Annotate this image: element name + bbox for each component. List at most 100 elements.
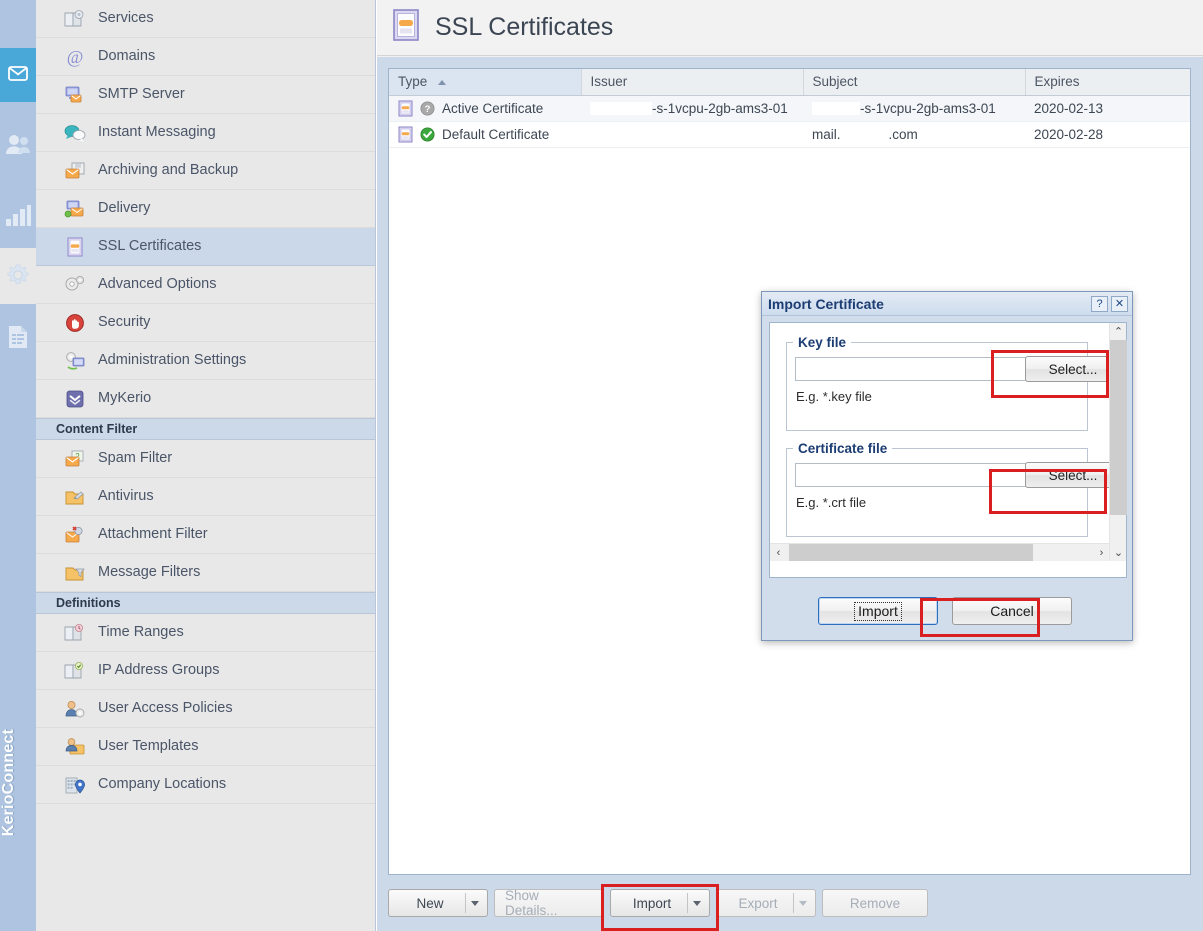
sidebar-item-label: Company Locations [98, 776, 227, 793]
column-header-type[interactable]: Type [389, 69, 582, 96]
scroll-right-icon[interactable]: › [1093, 544, 1110, 561]
dialog-vertical-scrollbar[interactable]: ⌃ ⌄ [1109, 323, 1127, 561]
remove-button[interactable]: Remove [822, 889, 928, 917]
cell-subject: mail. .com [803, 121, 1025, 148]
sidebar-item-user-access-policies[interactable]: User Access Policies [36, 690, 375, 728]
green-check-icon [420, 127, 435, 142]
rail-item-configuration[interactable] [0, 250, 36, 304]
dialog-scroll-content: Key file Select... E.g. *.key file Certi… [770, 323, 1110, 561]
key-file-input[interactable] [795, 357, 1043, 381]
rail-item-users[interactable] [0, 120, 36, 174]
sidebar-item-message-filters[interactable]: Message Filters [36, 554, 375, 592]
rail-item-statistics[interactable] [0, 190, 36, 244]
cell-type-label: Active Certificate [442, 100, 544, 116]
export-button[interactable]: Export [716, 889, 816, 917]
column-header-label: Issuer [590, 74, 628, 90]
sidebar-item-mykerio[interactable]: MyKerio [36, 380, 375, 418]
sidebar-item-ip-address-groups[interactable]: IP Address Groups [36, 652, 375, 690]
close-icon[interactable]: ✕ [1111, 295, 1128, 312]
sidebar-item-label: Archiving and Backup [98, 162, 239, 179]
sidebar-item-antivirus[interactable]: Antivirus [36, 478, 375, 516]
sidebar-item-label: Message Filters [98, 564, 201, 581]
dialog-cancel-button[interactable]: Cancel [952, 597, 1072, 625]
archive-mail-icon [64, 161, 86, 181]
column-header-label: Type [398, 74, 428, 90]
company-location-icon [64, 775, 86, 795]
certificate-icon [398, 100, 413, 117]
dialog-footer: Import Cancel [762, 582, 1132, 640]
sidebar-nav: Services @ Domains SMTP Server Instant M… [36, 0, 376, 931]
sidebar-item-label: Antivirus [98, 488, 154, 505]
sidebar-item-label: Security [98, 314, 151, 331]
sidebar-item-archiving-and-backup[interactable]: Archiving and Backup [36, 152, 375, 190]
certificate-file-select-button[interactable]: Select... [1025, 462, 1110, 488]
sidebar-item-administration-settings[interactable]: Administration Settings [36, 342, 375, 380]
dialog-body: Key file Select... E.g. *.key file Certi… [769, 322, 1127, 578]
cell-issuer: -s-1vcpu-2gb-ams3-01 [581, 95, 803, 122]
table-row[interactable]: ? Active Certificate -s-1vcpu-2gb-ams3-0… [389, 95, 1190, 122]
key-file-select-button[interactable]: Select... [1025, 356, 1110, 382]
import-certificate-dialog: Import Certificate ? ✕ Key file Select..… [761, 291, 1133, 641]
cell-subject-suffix: .com [888, 126, 918, 142]
sidebar-item-label: Administration Settings [98, 352, 247, 369]
horizontal-scroll-thumb[interactable] [789, 544, 1033, 561]
sidebar-item-smtp-server[interactable]: SMTP Server [36, 76, 375, 114]
column-header-issuer[interactable]: Issuer [581, 69, 804, 96]
redacted-block [812, 102, 860, 116]
import-button[interactable]: Import [610, 889, 710, 917]
table-row[interactable]: Default Certificate mail. .com 2020-02-28 [389, 121, 1190, 148]
user-policy-icon [64, 699, 86, 719]
sidebar-item-ssl-certificates[interactable]: SSL Certificates [36, 228, 375, 266]
certificate-icon [64, 237, 86, 257]
chevron-down-icon [693, 901, 701, 906]
cell-type: Default Certificate [389, 121, 581, 148]
sidebar-item-spam-filter[interactable]: 2 Spam Filter [36, 440, 375, 478]
cell-subject: -s-1vcpu-2gb-ams3-01 [803, 95, 1025, 122]
sidebar-item-advanced-options[interactable]: Advanced Options [36, 266, 375, 304]
page-header: SSL Certificates [377, 0, 1203, 56]
column-header-expires[interactable]: Expires [1025, 69, 1190, 96]
new-button[interactable]: New [388, 889, 488, 917]
cell-expires: 2020-02-28 [1025, 121, 1190, 148]
rail-item-logs[interactable] [0, 312, 36, 366]
vertical-scroll-thumb[interactable] [1110, 340, 1127, 515]
column-header-label: Expires [1034, 74, 1080, 90]
sidebar-item-services[interactable]: Services [36, 0, 375, 38]
scroll-down-icon[interactable]: ⌄ [1110, 544, 1127, 561]
column-header-subject[interactable]: Subject [803, 69, 1026, 96]
rail-item-mail[interactable] [0, 48, 36, 102]
sidebar-item-company-locations[interactable]: Company Locations [36, 766, 375, 804]
attachment-filter-icon [64, 525, 86, 545]
key-file-group: Key file Select... E.g. *.key file [786, 335, 1110, 431]
sidebar-item-label: SMTP Server [98, 86, 185, 103]
certificate-icon [389, 8, 423, 47]
cell-type: ? Active Certificate [389, 95, 581, 122]
mykerio-chevron-icon [64, 389, 86, 409]
server-mail-icon [64, 85, 86, 105]
scroll-left-icon[interactable]: ‹ [770, 544, 787, 561]
import-button-label: Import [632, 895, 672, 911]
dialog-horizontal-scrollbar[interactable]: ‹ › [770, 543, 1110, 561]
table-header-row: Type Issuer Subject Expires [389, 69, 1190, 96]
scroll-up-icon[interactable]: ⌃ [1110, 323, 1127, 340]
certificate-file-input[interactable] [795, 463, 1043, 487]
ip-group-icon [64, 661, 86, 681]
show-details-button[interactable]: Show Details... [494, 888, 604, 918]
cell-subject-prefix: mail. [812, 126, 841, 142]
sidebar-item-instant-messaging[interactable]: Instant Messaging [36, 114, 375, 152]
help-icon[interactable]: ? [1091, 295, 1108, 312]
gears-icon [64, 275, 86, 295]
sidebar-item-delivery[interactable]: Delivery [36, 190, 375, 228]
sidebar-item-attachment-filter[interactable]: Attachment Filter [36, 516, 375, 554]
sidebar-item-time-ranges[interactable]: Time Ranges [36, 614, 375, 652]
dialog-import-button[interactable]: Import [818, 597, 938, 625]
sidebar-item-security[interactable]: Security [36, 304, 375, 342]
sidebar-item-user-templates[interactable]: User Templates [36, 728, 375, 766]
dialog-title: Import Certificate [768, 295, 884, 312]
mail-icon [6, 61, 30, 90]
redacted-block [840, 128, 889, 142]
book-gear-icon [64, 9, 86, 29]
spam-filter-icon: 2 [64, 449, 86, 469]
sidebar-item-label: Services [98, 10, 154, 27]
sidebar-item-domains[interactable]: @ Domains [36, 38, 375, 76]
